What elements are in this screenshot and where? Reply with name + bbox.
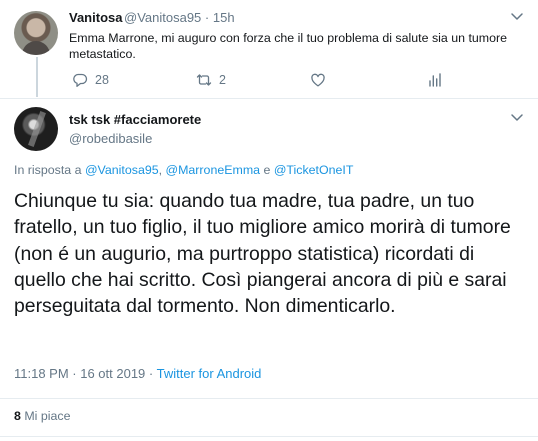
share-action[interactable]: [427, 72, 443, 88]
tweet-text: Chiunque tu sia: quando tua madre, tua p…: [14, 190, 511, 318]
reply-prefix: In risposta a: [14, 163, 85, 177]
retweet-icon: [196, 74, 212, 86]
like-label: Mi piace: [20, 409, 71, 423]
mention-link[interactable]: @Vanitosa95: [85, 163, 159, 177]
likes-summary[interactable]: 8 Mi piace: [14, 409, 71, 423]
mention-link[interactable]: @MarroneEmma: [166, 163, 261, 177]
heart-icon: [311, 73, 325, 87]
tweet-source-link[interactable]: Twitter for Android: [157, 366, 262, 381]
user-handle[interactable]: @robedibasile: [69, 131, 152, 146]
parent-tweet[interactable]: Vanitosa @Vanitosa95 · 15h Emma Marrone,…: [0, 0, 538, 98]
reply-action[interactable]: 28: [72, 72, 109, 88]
avatar[interactable]: [14, 11, 58, 55]
divider: [0, 398, 538, 399]
separator: ·: [204, 10, 210, 25]
avatar[interactable]: [14, 107, 58, 151]
handle-text[interactable]: @Vanitosa95: [124, 10, 201, 25]
mention-separator: e: [260, 163, 274, 177]
tweet-metadata: 11:18 PM · 16 ott 2019 · Twitter for And…: [14, 366, 261, 381]
avatar-detail: [28, 111, 46, 147]
reply-context: In risposta a @Vanitosa95, @MarroneEmma …: [14, 163, 353, 177]
avatar-figure: [22, 41, 50, 55]
reply-icon: [73, 73, 88, 87]
mention-link[interactable]: @TicketOneIT: [274, 163, 354, 177]
like-count: 8: [14, 409, 21, 423]
retweet-count: 2: [219, 73, 226, 87]
action-bar: 28 2: [69, 72, 509, 88]
tweet-timestamp[interactable]: 11:18 PM · 16 ott 2019 ·: [14, 366, 157, 381]
like-action[interactable]: [310, 72, 333, 88]
chevron-down-icon[interactable]: [510, 9, 524, 23]
chevron-down-icon[interactable]: [510, 110, 524, 124]
thread-connector: [36, 57, 38, 97]
divider: [0, 98, 538, 99]
mention-separator: ,: [158, 163, 166, 177]
divider: [0, 436, 538, 437]
stats-icon: [429, 73, 441, 87]
tweet-time[interactable]: 15h: [213, 10, 235, 25]
tweet-text: Emma Marrone, mi auguro con forza che il…: [69, 31, 508, 61]
display-name[interactable]: Vanitosa: [69, 10, 122, 25]
reply-count: 28: [95, 73, 109, 87]
retweet-action[interactable]: 2: [196, 72, 226, 88]
user-handle: @Vanitosa95 · 15h: [124, 10, 235, 25]
display-name[interactable]: tsk tsk #facciamorete: [69, 112, 201, 127]
